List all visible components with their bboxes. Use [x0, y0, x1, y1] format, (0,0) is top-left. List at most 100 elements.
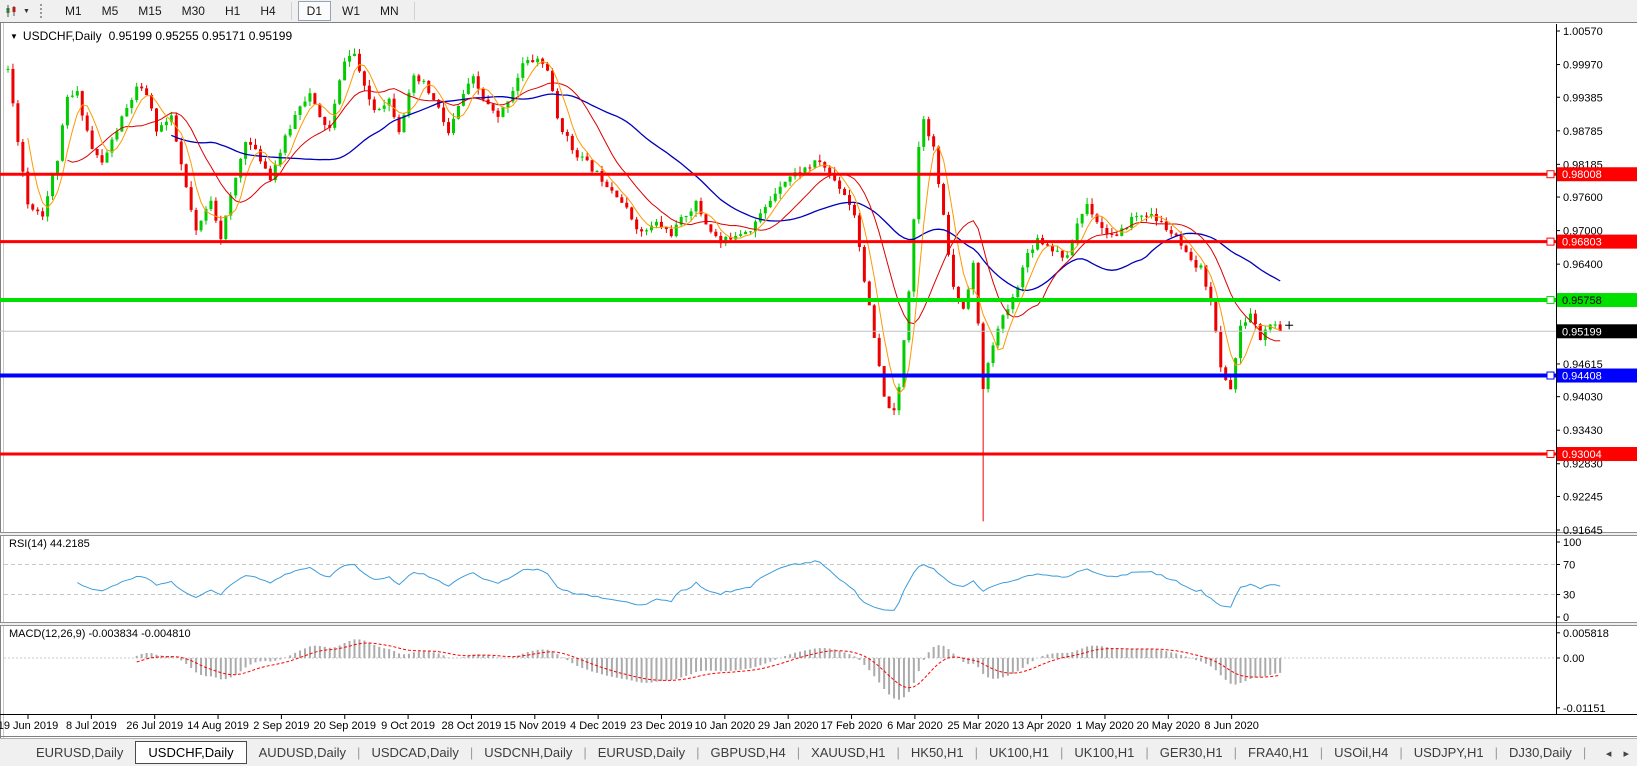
date-label: 15 Nov 2019 — [504, 720, 566, 732]
tab-separator: | — [975, 745, 978, 760]
toolbar-separator — [291, 2, 292, 20]
rsi-scale-label: 70 — [1563, 560, 1575, 572]
tab-separator: | — [897, 745, 900, 760]
tab-xauusd-h1[interactable]: XAUUSD,H1 — [801, 741, 895, 764]
level-anchor-handle[interactable] — [1547, 451, 1554, 458]
macd-indicator-label: MACD(12,26,9) -0.003834 -0.004810 — [9, 628, 191, 640]
date-label: 10 Jan 2020 — [695, 720, 756, 732]
rsi-scale-label: 0 — [1563, 612, 1569, 624]
timeframe-button-M30[interactable]: M30 — [173, 1, 214, 21]
price-chart-canvas[interactable]: 1.005700.999700.993850.987850.981850.976… — [0, 22, 1637, 738]
price-tick-label: 0.96400 — [1563, 259, 1603, 271]
date-label: 29 Jan 2020 — [758, 720, 819, 732]
ma-line-5 — [28, 62, 1280, 394]
toolbar-separator — [414, 2, 415, 20]
tab-separator: | — [1060, 745, 1063, 760]
chart-title: ▼USDCHF,Daily0.95199 0.95255 0.95171 0.9… — [10, 29, 292, 43]
date-label: 25 Mar 2020 — [947, 720, 1009, 732]
tab-audusd-daily[interactable]: AUDUSD,Daily — [249, 741, 356, 764]
tab-separator: | — [1399, 745, 1402, 760]
tab-usdcad-daily[interactable]: USDCAD,Daily — [361, 741, 468, 764]
candles-layer — [7, 48, 1282, 521]
tab-gbpusd-h4[interactable]: GBPUSD,H4 — [701, 741, 796, 764]
date-label: 17 Feb 2020 — [821, 720, 883, 732]
timeframe-button-M1[interactable]: M1 — [56, 1, 91, 21]
date-label: 19 Jun 2019 — [0, 720, 58, 732]
date-label: 9 Oct 2019 — [381, 720, 435, 732]
timeframe-toolbar: M1M5M15M30H1H4 D1W1MN — [55, 0, 420, 22]
rsi-scale-label: 30 — [1563, 590, 1575, 602]
date-label: 13 Apr 2020 — [1012, 720, 1071, 732]
price-level-badge-label: 0.93004 — [1562, 449, 1602, 461]
price-tick-label: 0.99970 — [1563, 60, 1603, 72]
tab-usdjpy-h1[interactable]: USDJPY,H1 — [1404, 741, 1494, 764]
price-tick-label: 0.91645 — [1563, 525, 1603, 537]
timeframe-button-M15[interactable]: M15 — [129, 1, 170, 21]
price-level-badge-label: 0.98008 — [1562, 169, 1602, 181]
level-anchor-handle[interactable] — [1547, 238, 1554, 245]
level-anchor-handle[interactable] — [1547, 372, 1554, 379]
price-tick-label: 0.92245 — [1563, 491, 1603, 503]
timeframe-button-H1[interactable]: H1 — [216, 1, 249, 21]
rsi-scale-label: 100 — [1563, 537, 1581, 549]
timeframe-button-W1[interactable]: W1 — [333, 1, 369, 21]
timeframe-button-H4[interactable]: H4 — [251, 1, 284, 21]
macd-scale-label: 0.005818 — [1563, 628, 1609, 640]
chart-ohlc-values: 0.95199 0.95255 0.95171 0.95199 — [109, 29, 293, 43]
price-tick-label: 0.94030 — [1563, 392, 1603, 404]
toolbar-grip[interactable] — [40, 4, 45, 18]
date-label: 14 Aug 2019 — [187, 720, 249, 732]
tab-eurusd-daily[interactable]: EURUSD,Daily — [26, 741, 133, 764]
symbol-caret-icon[interactable]: ▼ — [10, 32, 18, 41]
tabs-scroll-left-icon[interactable]: ◂ — [1606, 748, 1612, 760]
price-level-badge-label: 0.95758 — [1562, 295, 1602, 307]
tab-separator: | — [797, 745, 800, 760]
price-level-badge-label: 0.96803 — [1562, 237, 1602, 249]
price-tick-label: 1.00570 — [1563, 26, 1603, 38]
tab-scroll-arrows: ◂ ▸ — [1597, 747, 1629, 760]
level-anchor-handle[interactable] — [1547, 297, 1554, 304]
macd-scale-label: 0.00 — [1563, 653, 1584, 665]
ma-line-13 — [67, 83, 1280, 341]
timeframe-button-MN[interactable]: MN — [371, 1, 408, 21]
tab-uk100-h1[interactable]: UK100,H1 — [1064, 741, 1144, 764]
chart-mode-dropdown-caret[interactable]: ▼ — [23, 8, 30, 15]
tab-separator: | — [696, 745, 699, 760]
tab-usdchf-daily[interactable]: USDCHF,Daily — [135, 741, 246, 764]
timeframe-button-D1[interactable]: D1 — [298, 1, 331, 21]
date-label: 4 Dec 2019 — [570, 720, 626, 732]
toolbar: ▼ M1M5M15M30H1H4 D1W1MN — [0, 0, 1637, 22]
time-axis[interactable]: 19 Jun 20198 Jul 201926 Jul 201914 Aug 2… — [0, 715, 1259, 732]
tab-uk100-h1[interactable]: UK100,H1 — [979, 741, 1059, 764]
price-tick-label: 0.98785 — [1563, 126, 1603, 138]
tabs-scroll-right-icon[interactable]: ▸ — [1623, 748, 1629, 760]
price-tick-label: 0.97600 — [1563, 192, 1603, 204]
tab-usdcnh-daily[interactable]: USDCNH,Daily — [474, 741, 582, 764]
price-level-badge-label: 0.94408 — [1562, 371, 1602, 383]
price-axis[interactable]: 1.005700.999700.993850.987850.981850.976… — [1547, 26, 1637, 715]
level-anchor-handle[interactable] — [1547, 171, 1554, 178]
chart-tabs: EURUSD,DailyUSDCHF,DailyAUDUSD,Daily|USD… — [26, 741, 1587, 764]
chart-tab-bar: EURUSD,DailyUSDCHF,DailyAUDUSD,Daily|USD… — [0, 738, 1637, 766]
date-label: 8 Jul 2019 — [66, 720, 117, 732]
date-label: 20 May 2020 — [1136, 720, 1200, 732]
date-label: 28 Oct 2019 — [441, 720, 501, 732]
tab-separator: | — [1145, 745, 1148, 760]
chart-mode-icon[interactable] — [4, 3, 20, 19]
bid-cross-marker — [1285, 321, 1293, 329]
tab-separator: | — [357, 745, 360, 760]
date-label: 6 Mar 2020 — [887, 720, 943, 732]
rsi-line — [77, 561, 1280, 611]
price-tick-label: 0.99385 — [1563, 92, 1603, 104]
timeframe-button-M5[interactable]: M5 — [93, 1, 128, 21]
tab-separator: | — [1495, 745, 1498, 760]
date-label: 8 Jun 2020 — [1204, 720, 1258, 732]
tab-ger30-h1[interactable]: GER30,H1 — [1150, 741, 1233, 764]
tab-fra40-h1[interactable]: FRA40,H1 — [1238, 741, 1319, 764]
chart-window: 1.005700.999700.993850.987850.981850.976… — [0, 22, 1637, 738]
date-label: 23 Dec 2019 — [630, 720, 692, 732]
tab-usoil-h4[interactable]: USOil,H4 — [1324, 741, 1398, 764]
tab-hk50-h1[interactable]: HK50,H1 — [901, 741, 974, 764]
tab-dj30-daily[interactable]: DJ30,Daily — [1499, 741, 1582, 764]
tab-eurusd-daily[interactable]: EURUSD,Daily — [588, 741, 695, 764]
